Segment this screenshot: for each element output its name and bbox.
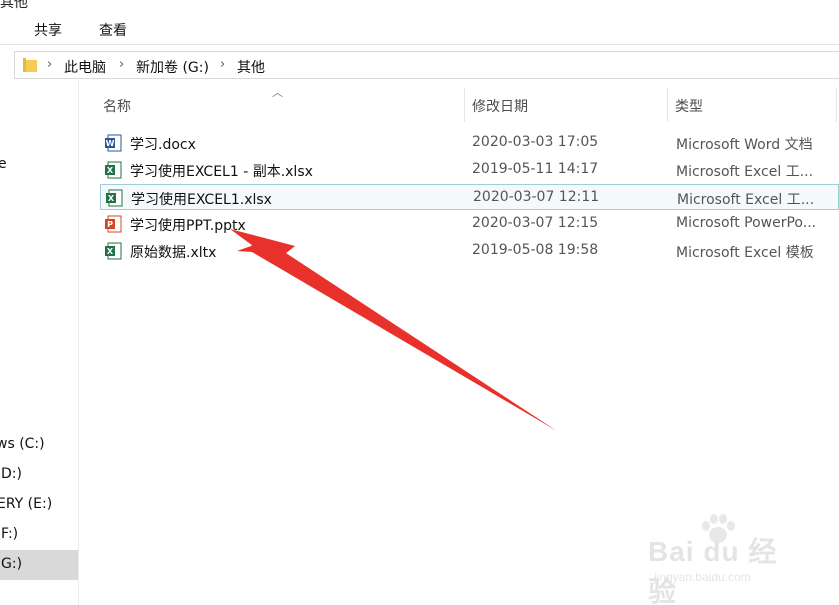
- nav-item-drive-g[interactable]: G:): [0, 550, 78, 580]
- watermark-url: jingyan.baidu.com: [654, 570, 751, 584]
- file-name: 原始数据.xltx: [130, 245, 217, 261]
- chevron-right-icon[interactable]: ›: [119, 57, 124, 72]
- nav-item-label: e: [0, 156, 7, 172]
- window-title: 其他: [0, 0, 28, 11]
- file-row[interactable]: P 学习使用PPT.pptx 2020-03-07 12:15 Microsof…: [100, 211, 839, 237]
- excel-template-icon: X: [105, 242, 122, 260]
- watermark-title: Bai du 经验: [648, 536, 778, 605]
- column-type[interactable]: 类型: [675, 88, 703, 122]
- address-bar[interactable]: › 此电脑 › 新加卷 (G:) › 其他: [14, 51, 839, 79]
- svg-text:X: X: [107, 166, 114, 175]
- file-date: 2020-03-03 17:05: [472, 134, 599, 150]
- sort-ascending-icon: ︿: [272, 86, 283, 99]
- ribbon-tabs: 共享 查看: [0, 12, 839, 44]
- file-name: 学习使用PPT.pptx: [130, 218, 246, 234]
- nav-item-drive-e[interactable]: ERY (E:): [0, 490, 78, 520]
- excel-icon: X: [106, 189, 123, 207]
- column-divider[interactable]: [836, 88, 837, 122]
- nav-item-drive-f[interactable]: F:): [0, 520, 78, 550]
- word-icon: W: [105, 134, 122, 152]
- tab-share[interactable]: 共享: [34, 20, 62, 40]
- baidu-watermark: Bai du 经验 jingyan.baidu.com: [640, 514, 800, 605]
- tab-view[interactable]: 查看: [99, 20, 127, 40]
- chevron-right-icon[interactable]: ›: [47, 57, 52, 72]
- file-row[interactable]: X 学习使用EXCEL1 - 副本.xlsx 2019-05-11 14:17 …: [100, 157, 839, 183]
- column-divider[interactable]: [464, 88, 465, 122]
- file-name: 学习使用EXCEL1 - 副本.xlsx: [130, 164, 313, 180]
- svg-text:P: P: [107, 220, 113, 229]
- column-name[interactable]: 名称: [103, 88, 131, 122]
- nav-item-drive-d[interactable]: D:): [0, 460, 78, 490]
- file-date: 2019-05-11 14:17: [472, 161, 599, 177]
- nav-item-label: ws (C:): [0, 436, 45, 452]
- file-type: Microsoft PowerPo...: [676, 215, 817, 231]
- folder-icon: [23, 58, 37, 72]
- breadcrumb-volume-g[interactable]: 新加卷 (G:): [136, 57, 209, 77]
- svg-text:X: X: [108, 194, 115, 203]
- file-date: 2020-03-07 12:15: [472, 215, 599, 231]
- nav-item-drive-c[interactable]: ws (C:): [0, 430, 78, 460]
- nav-item-label: F:): [1, 526, 19, 542]
- nav-item-partial[interactable]: e: [0, 150, 78, 180]
- excel-icon: X: [105, 161, 122, 179]
- column-header: ︿ 名称 修改日期 类型: [80, 86, 839, 122]
- column-date-modified[interactable]: 修改日期: [472, 88, 528, 122]
- file-row[interactable]: W 学习.docx 2020-03-03 17:05 Microsoft Wor…: [100, 130, 839, 156]
- file-type: Microsoft Excel 工...: [676, 164, 814, 180]
- file-date: 2019-05-08 19:58: [472, 242, 599, 258]
- file-name: 学习.docx: [130, 137, 196, 153]
- column-divider[interactable]: [667, 88, 668, 122]
- navigation-pane: e ws (C:) D:) ERY (E:) F:) G:): [0, 80, 79, 605]
- svg-text:X: X: [107, 247, 114, 256]
- nav-item-label: ERY (E:): [0, 496, 53, 512]
- chevron-right-icon[interactable]: ›: [220, 57, 225, 72]
- file-row[interactable]: X 学习使用EXCEL1.xlsx 2020-03-07 12:11 Micro…: [100, 184, 839, 210]
- ribbon-divider: [0, 44, 839, 45]
- nav-item-label: G:): [1, 556, 23, 572]
- file-row[interactable]: X 原始数据.xltx 2019-05-08 19:58 Microsoft E…: [100, 238, 839, 264]
- file-name: 学习使用EXCEL1.xlsx: [131, 192, 272, 208]
- nav-item-label: D:): [1, 466, 22, 482]
- svg-text:W: W: [106, 139, 115, 148]
- file-date: 2020-03-07 12:11: [473, 189, 600, 205]
- breadcrumb-this-pc[interactable]: 此电脑: [64, 57, 106, 77]
- file-type: Microsoft Word 文档: [676, 137, 813, 153]
- powerpoint-icon: P: [105, 215, 122, 233]
- breadcrumb-other[interactable]: 其他: [237, 57, 265, 77]
- arrow-shaft: [237, 238, 557, 431]
- file-type: Microsoft Excel 工...: [677, 192, 815, 208]
- file-type: Microsoft Excel 模板: [676, 245, 814, 261]
